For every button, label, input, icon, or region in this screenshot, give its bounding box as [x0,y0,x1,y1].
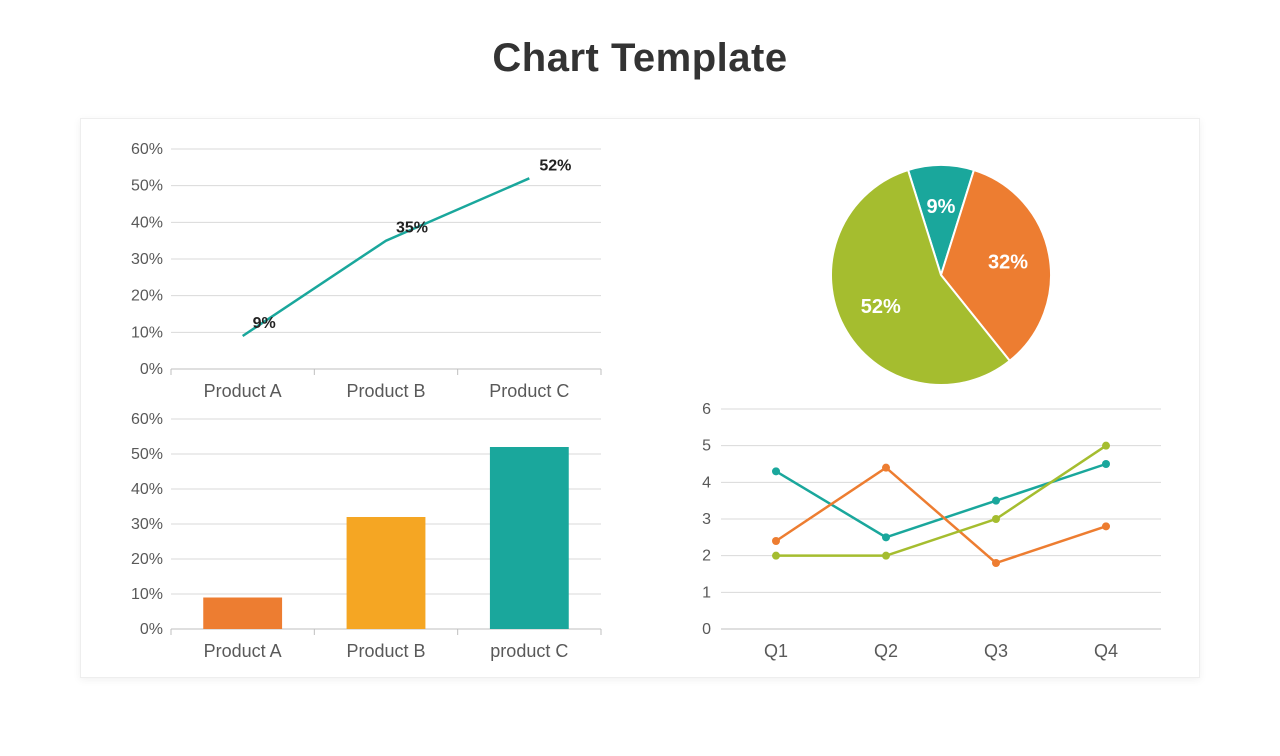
line-chart-quarters: 0 1 2 3 4 5 6 Q1 Q2 Q3 Q4 [661,399,1181,669]
data-point [882,552,890,560]
y-tick-label: 50% [131,446,163,463]
y-tick-label: 0% [140,361,163,378]
data-point [1102,522,1110,530]
line-series [776,464,1106,537]
x-tick-label: Q2 [874,641,898,661]
y-tick-label: 10% [131,324,163,341]
y-tick-label: 10% [131,586,163,603]
y-tick-label: 0% [140,621,163,638]
y-tick-label: 40% [131,481,163,498]
data-label: 35% [396,220,428,237]
x-tick-label: Product B [346,381,425,401]
y-tick-label: 2 [702,548,711,565]
data-point [992,515,1000,523]
x-tick-label: product C [490,641,568,661]
data-point [772,537,780,545]
data-point [1102,460,1110,468]
x-tick-label: Q3 [984,641,1008,661]
y-tick-label: 60% [131,411,163,428]
x-tick-label: Q1 [764,641,788,661]
data-label: 52% [539,157,571,174]
x-tick-label: Q4 [1094,641,1118,661]
data-point [772,467,780,475]
data-point [1102,442,1110,450]
y-tick-label: 60% [131,141,163,158]
x-tick-label: Product B [346,641,425,661]
y-tick-label: 5 [702,438,711,455]
chart-panel: 0%10%20%30%40%50%60%Product AProduct BPr… [80,118,1200,678]
y-tick-label: 40% [131,214,163,231]
x-tick-label: Product A [204,641,282,661]
line-series [243,178,530,336]
pie-label: 52% [861,296,901,318]
pie-chart: 9% 32% 52% [731,129,1151,409]
page-title: Chart Template [0,36,1280,81]
y-tick-label: 1 [702,584,711,601]
data-label: 9% [253,315,276,332]
y-tick-label: 30% [131,516,163,533]
data-point [882,464,890,472]
y-tick-label: 3 [702,511,711,528]
bar-chart-products: 0% 10% 20% 30% 40% 50% 60% Product A Product B pr… [101,409,621,669]
y-tick-label: 6 [702,401,711,418]
bar [203,598,282,630]
pie-label: 9% [927,196,956,218]
y-tick-label: 50% [131,178,163,195]
data-point [882,533,890,541]
x-tick-label: Product C [489,381,569,401]
bar [347,517,426,629]
y-tick-label: 30% [131,251,163,268]
line-chart-products: 0% 10% 20% 30% 40% 50% 60% Product A Product B Pr… [101,129,621,409]
data-point [992,559,1000,567]
data-point [772,552,780,560]
y-tick-label: 0 [702,621,711,638]
pie-label: 32% [988,251,1028,273]
y-tick-label: 20% [131,551,163,568]
data-point [992,497,1000,505]
y-tick-label: 20% [131,288,163,305]
bar [490,447,569,629]
y-tick-label: 4 [702,474,711,491]
x-tick-label: Product A [204,381,282,401]
